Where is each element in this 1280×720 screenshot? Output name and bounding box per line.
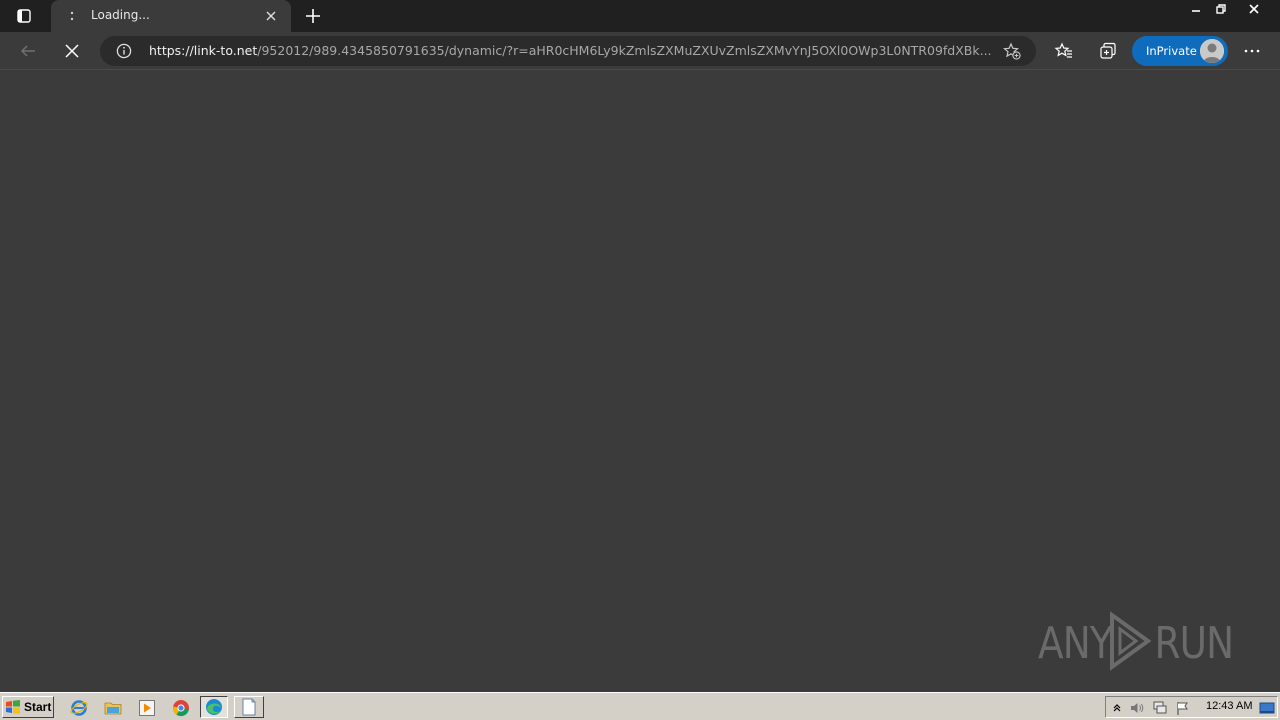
window-close-icon: [1249, 4, 1259, 14]
restore-icon: [1216, 4, 1226, 14]
file-explorer-button[interactable]: [103, 698, 123, 718]
url-host: https://link-to.net: [149, 43, 258, 58]
navigation-toolbar: https://link-to.net/952012/989.434585079…: [0, 32, 1280, 70]
edge-icon: [206, 699, 222, 715]
new-tab-button[interactable]: [301, 4, 325, 28]
folder-icon: [104, 702, 122, 715]
chevron-up-icon: [1113, 704, 1121, 712]
media-player-icon: [139, 700, 155, 716]
avatar: [1200, 39, 1224, 63]
plus-icon: [306, 9, 320, 23]
start-button[interactable]: Start: [2, 696, 54, 718]
action-center-button[interactable]: [1175, 700, 1191, 716]
loading-spinner-icon: [70, 11, 74, 21]
show-desktop-button[interactable]: [1259, 700, 1275, 716]
taskbar: Start 12:43 AM: [0, 692, 1280, 720]
inprivate-profile-button[interactable]: InPrivate: [1132, 36, 1228, 66]
document-icon: [242, 698, 256, 716]
anyrun-watermark: ANY RUN: [1038, 611, 1234, 671]
person-icon: [1200, 39, 1224, 63]
active-tab[interactable]: Loading...: [51, 0, 291, 32]
stop-icon: [65, 44, 79, 58]
media-player-button[interactable]: [137, 698, 157, 718]
window-close-button[interactable]: [1239, 0, 1269, 18]
inprivate-label: InPrivate: [1146, 44, 1197, 58]
notepad-button[interactable]: [234, 696, 264, 718]
tab-close-button[interactable]: [263, 8, 279, 24]
chrome-button[interactable]: [171, 698, 191, 718]
tab-title: Loading...: [91, 8, 150, 22]
back-button[interactable]: [16, 39, 40, 63]
close-icon: [266, 11, 276, 21]
internet-explorer-icon: [70, 700, 88, 716]
stop-loading-button[interactable]: [60, 39, 84, 63]
network-button[interactable]: [1152, 700, 1168, 716]
favorites-icon: [1054, 42, 1072, 58]
speaker-icon: [1131, 703, 1144, 713]
add-favorite-icon[interactable]: [1003, 42, 1021, 60]
internet-explorer-button[interactable]: [69, 698, 89, 718]
collections-button[interactable]: [1096, 39, 1120, 63]
tab-actions-icon: [17, 9, 31, 23]
chrome-icon: [173, 700, 189, 717]
settings-menu-button[interactable]: [1240, 39, 1264, 63]
url-path: /952012/989.4345850791635/dynamic/?r=aHR…: [257, 43, 992, 58]
url-text[interactable]: https://link-to.net/952012/989.434585079…: [149, 43, 994, 58]
edge-button[interactable]: [200, 696, 228, 718]
tab-strip: Loading...: [0, 0, 1280, 32]
system-tray: 12:43 AM: [1105, 696, 1278, 718]
more-options-icon: [1244, 49, 1260, 53]
windows-logo-icon: [6, 700, 20, 714]
svg-text:ANY: ANY: [1038, 617, 1114, 669]
desktop-icon: [1259, 702, 1275, 714]
site-info-icon[interactable]: [116, 43, 132, 59]
network-icon: [1153, 701, 1167, 714]
svg-text:RUN: RUN: [1154, 617, 1233, 669]
address-bar[interactable]: https://link-to.net/952012/989.434585079…: [100, 36, 1036, 66]
flag-icon: [1177, 702, 1188, 715]
tab-actions-button[interactable]: [6, 4, 42, 28]
page-content: [0, 71, 1280, 692]
taskbar-clock[interactable]: 12:43 AM: [1206, 700, 1252, 712]
favorites-button[interactable]: [1052, 39, 1076, 63]
volume-button[interactable]: [1129, 700, 1145, 716]
show-hidden-icons-button[interactable]: [1109, 700, 1125, 716]
anyrun-logo: ANY RUN: [1038, 611, 1234, 671]
start-label: Start: [24, 700, 52, 714]
back-arrow-icon: [20, 45, 35, 57]
restore-button[interactable]: [1206, 0, 1236, 18]
collections-icon: [1100, 42, 1116, 59]
minimize-icon: [1192, 10, 1200, 12]
